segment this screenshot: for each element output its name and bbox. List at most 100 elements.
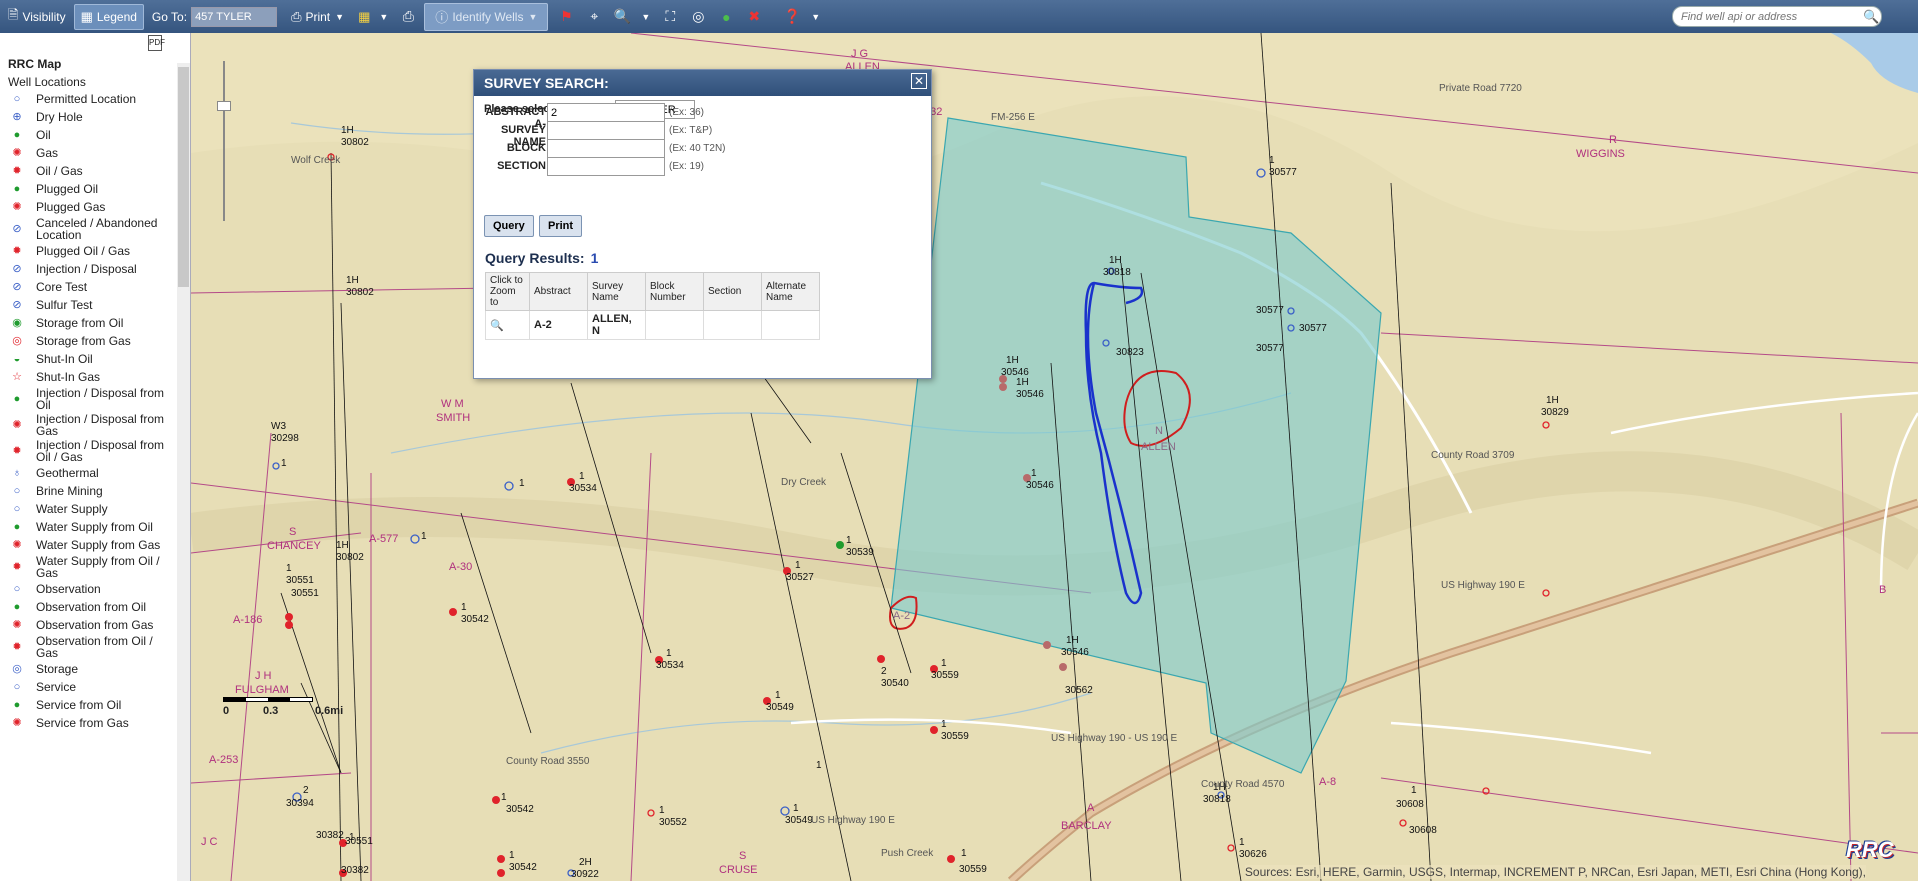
field-input[interactable] (547, 157, 665, 176)
well-symbol-icon: ● (13, 601, 21, 613)
zoom-to-cell[interactable]: 🔍 (485, 310, 530, 340)
svg-text:30922: 30922 (571, 869, 599, 880)
well-symbol-icon: ✺ (12, 147, 22, 159)
map-view[interactable]: 1H 30802 1H 30802 W3 30298 1H 30802 1 30551 3… (191, 33, 1918, 881)
zoom-track[interactable] (223, 61, 225, 221)
svg-text:BARCLAY: BARCLAY (1061, 820, 1112, 832)
globe-button[interactable]: ● (712, 4, 740, 30)
well-symbol-icon: ✹ (12, 445, 22, 457)
svg-text:County Road 3550: County Road 3550 (506, 756, 590, 767)
svg-text:SMITH: SMITH (436, 412, 470, 424)
table-row[interactable]: 🔍 A-2 ALLEN, N (485, 310, 820, 340)
svg-text:30298: 30298 (271, 433, 299, 444)
zoom-button[interactable]: 🔍 (608, 4, 636, 30)
legend-scrollbar[interactable] (177, 63, 190, 881)
chevron-down-icon[interactable]: ▼ (811, 12, 820, 22)
legend-item: ○ Permitted Location (6, 90, 176, 108)
print-button[interactable]: Print (539, 215, 583, 237)
results-header-row: Click to Zoom to Abstract Survey Name Block… (485, 272, 820, 311)
svg-text:2: 2 (881, 666, 887, 677)
crosshair-button[interactable]: ⌖ (580, 4, 608, 30)
legend-item-label: Sulfur Test (36, 298, 93, 312)
legend-item-label: Plugged Gas (36, 200, 106, 214)
search-icon[interactable]: 🔍 (1863, 9, 1881, 25)
chevron-down-icon[interactable]: ▼ (641, 12, 650, 22)
basemap-button[interactable]: ▦ ▼ (352, 4, 394, 30)
column-header: Click to Zoom to (485, 272, 530, 311)
svg-text:2H: 2H (579, 857, 592, 868)
search-input[interactable] (1681, 10, 1863, 23)
svg-text:A-30: A-30 (449, 561, 472, 573)
svg-text:R: R (1609, 134, 1617, 146)
svg-text:US Highway 190 - US 190 E: US Highway 190 - US 190 E (1051, 733, 1178, 744)
flag-button[interactable]: ⚑ (552, 4, 580, 30)
legend-item: ◒ Shut-In Oil (6, 350, 176, 368)
well-symbol-icon: ● (13, 129, 21, 141)
svg-text:1H: 1H (341, 125, 354, 136)
zoom-thumb[interactable] (217, 101, 231, 111)
field-label: BLOCK (506, 142, 546, 154)
svg-text:1H: 1H (1066, 635, 1079, 646)
legend-item-label: Observation (36, 582, 101, 596)
svg-text:30577: 30577 (1256, 305, 1284, 316)
svg-text:30802: 30802 (336, 552, 364, 563)
legend-item-label: Water Supply from Gas (36, 538, 161, 552)
legend-item-label: Storage (36, 662, 79, 676)
legend-panel: PDF RRC Map Well Locations ○ Permitted Lo… (0, 33, 191, 881)
full-extent-button[interactable]: ⛶ (656, 4, 684, 30)
flag-icon: ⚑ (560, 8, 573, 24)
svg-text:J G: J G (851, 48, 868, 60)
visibility-label: Visibility (22, 9, 66, 24)
legend-item-label: Water Supply from Oil / Gas (36, 554, 160, 580)
legend-item: ✺ Plugged Gas (6, 198, 176, 216)
identify-wells-button[interactable]: ⓘ Identify Wells ▼ (424, 2, 549, 31)
print-map-button[interactable]: ⎙ (394, 4, 422, 30)
legend-item: ✺ Observation from Gas (6, 616, 176, 634)
close-icon[interactable]: ✕ (911, 73, 927, 89)
magnifier-icon: 🔍 (613, 8, 632, 24)
goto-input[interactable] (191, 6, 278, 27)
scale-bar: 0 0.3 0.6mi (223, 695, 353, 725)
clear-button[interactable]: ✖ (740, 4, 768, 30)
zoom-slider[interactable] (217, 61, 231, 221)
svg-text:30546: 30546 (1016, 389, 1044, 400)
legend-item: ○ Service (6, 678, 176, 696)
svg-text:1: 1 (795, 560, 801, 571)
svg-text:30527: 30527 (786, 572, 814, 583)
well-symbol-icon: ✹ (12, 561, 22, 573)
pdf-icon[interactable]: PDF (148, 35, 165, 51)
svg-text:1H: 1H (336, 540, 349, 551)
svg-text:A-2: A-2 (893, 610, 910, 622)
legend-button[interactable]: ▦ Legend (73, 3, 144, 30)
well-symbol-icon: ✹ (12, 165, 22, 177)
svg-text:1: 1 (281, 458, 287, 469)
svg-text:1: 1 (501, 792, 507, 803)
legend-item-label: Storage from Gas (36, 334, 131, 348)
help-button[interactable]: ❓ (778, 4, 806, 30)
print-button[interactable]: ⎙ Print ▼ (285, 4, 350, 30)
svg-text:A-8: A-8 (1319, 776, 1336, 788)
svg-text:1: 1 (941, 719, 947, 730)
svg-text:1: 1 (961, 848, 967, 859)
well-symbol-icon: ○ (13, 93, 21, 105)
svg-text:30551: 30551 (286, 575, 314, 586)
query-button[interactable]: Query (484, 215, 534, 237)
legend-item: ✺ Water Supply from Gas (6, 536, 176, 554)
svg-text:30539: 30539 (846, 547, 874, 558)
field-input[interactable] (547, 121, 665, 140)
field-example: (Ex: 19) (669, 161, 705, 172)
field-example: (Ex: T&P) (669, 125, 713, 136)
svg-text:1: 1 (816, 760, 822, 771)
locate-button[interactable]: ◎ (684, 4, 712, 30)
zoom-in-icon[interactable]: 🔍 (490, 320, 504, 332)
well-symbol-icon: ✺ (12, 201, 22, 213)
field-input[interactable] (547, 139, 665, 158)
field-input[interactable] (547, 103, 665, 122)
legend-item: ✹ Oil / Gas (6, 162, 176, 180)
cell-survey: ALLEN, N (587, 310, 646, 340)
svg-text:1: 1 (666, 648, 672, 659)
scrollbar-thumb[interactable] (178, 67, 189, 287)
svg-text:30823: 30823 (1116, 347, 1144, 358)
visibility-button[interactable]: 🗎 Visibility (2, 4, 72, 30)
legend-item-label: Plugged Oil / Gas (36, 244, 131, 258)
